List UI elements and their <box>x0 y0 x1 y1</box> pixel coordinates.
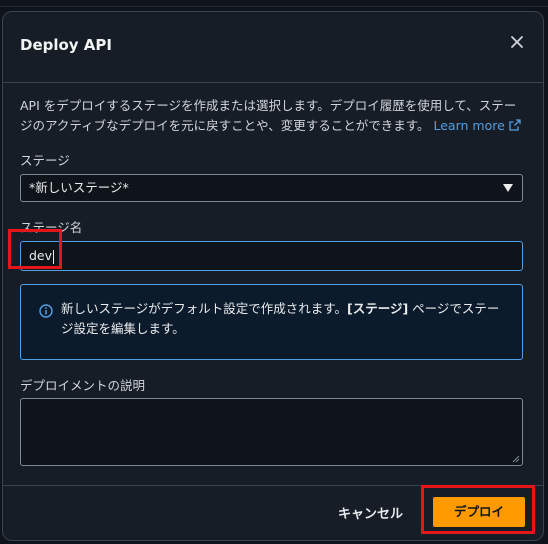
stage-name-input[interactable]: dev <box>20 241 523 271</box>
modal-description: API をデプロイするステージを作成または選択します。デプロイ履歴を使用して、ス… <box>20 96 525 136</box>
highlight-box-deploy <box>421 485 535 534</box>
stage-label: ステージ <box>20 153 70 168</box>
learn-more-label: Learn more <box>433 118 505 133</box>
deploy-api-modal: Deploy API API をデプロイするステージを作成または選択します。デプ… <box>2 11 544 541</box>
info-text: 新しいステージがデフォルト設定で作成されます。[ステージ] ページでステージ設定… <box>61 299 506 339</box>
caret-down-icon <box>503 184 513 192</box>
stage-select-value: *新しいステージ* <box>29 180 129 195</box>
modal-title: Deploy API <box>20 36 112 54</box>
info-icon <box>39 304 53 318</box>
deployment-description-textarea[interactable] <box>20 398 523 466</box>
external-link-icon <box>509 119 521 131</box>
close-icon <box>511 36 523 48</box>
resize-handle-icon[interactable] <box>512 455 520 463</box>
close-button[interactable] <box>507 32 527 52</box>
backdrop-divider <box>0 6 548 7</box>
deployment-description-label: デプロイメントの説明 <box>20 378 146 393</box>
info-text-stages-bold: [ステージ] <box>347 301 409 316</box>
info-text-part1: 新しいステージがデフォルト設定で作成されます。 <box>61 301 348 316</box>
stage-select[interactable]: *新しいステージ* <box>20 174 523 202</box>
highlight-box-stage-name <box>8 229 62 269</box>
learn-more-link[interactable]: Learn more <box>434 118 521 133</box>
info-alert: 新しいステージがデフォルト設定で作成されます。[ステージ] ページでステージ設定… <box>20 284 523 360</box>
cancel-button[interactable]: キャンセル <box>338 503 403 522</box>
modal-header: Deploy API <box>3 12 543 83</box>
